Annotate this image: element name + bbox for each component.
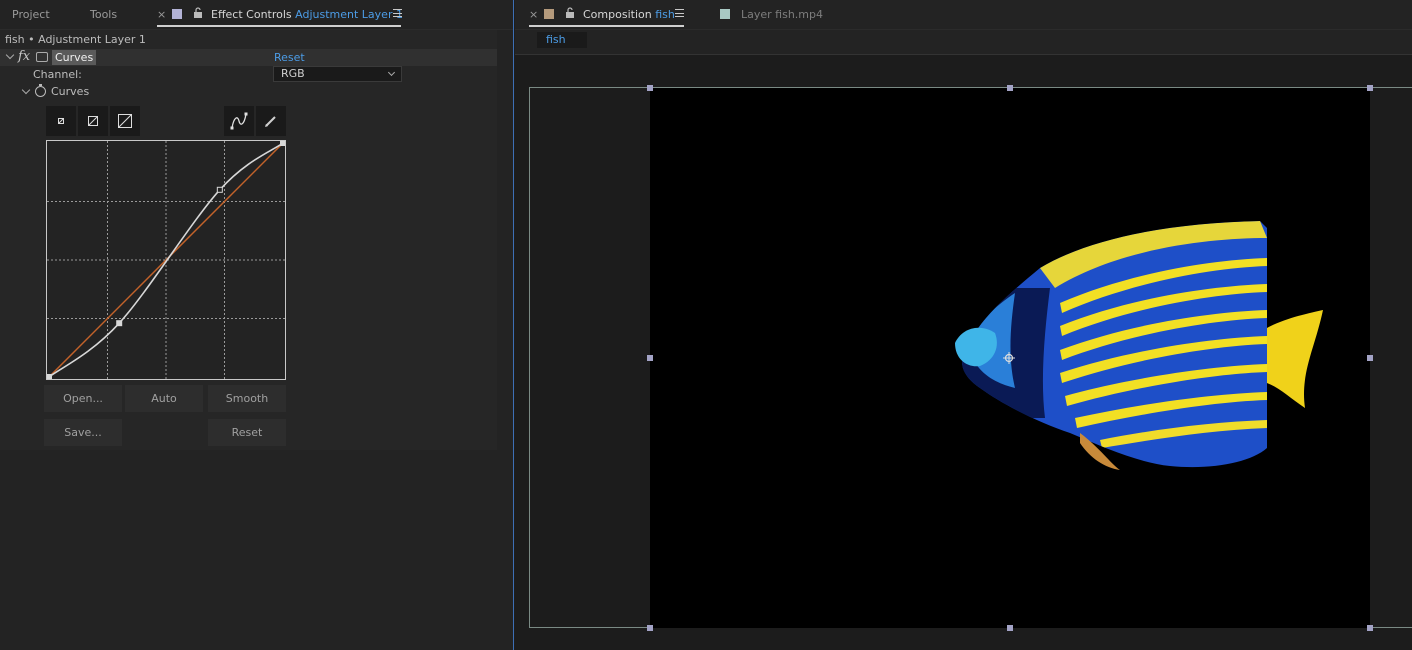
layer-handle-top-right[interactable] <box>1367 85 1373 91</box>
tab-composition-prefix: Composition <box>583 8 652 21</box>
layer-handle-top-left[interactable] <box>647 85 653 91</box>
curves-graph-canvas[interactable] <box>46 140 286 380</box>
pencil-tool-button[interactable] <box>256 106 286 136</box>
channel-label: Channel: <box>33 68 82 81</box>
composition-viewer[interactable] <box>515 54 1412 650</box>
chevron-down-icon[interactable] <box>21 85 31 95</box>
channel-value: RGB <box>281 67 305 80</box>
layer-handle-top-center[interactable] <box>1007 85 1013 91</box>
curve-reset-button[interactable]: Reset <box>208 419 286 446</box>
pencil-icon <box>265 116 276 127</box>
curve-control-point[interactable] <box>46 374 52 380</box>
layer-handle-middle-right[interactable] <box>1367 355 1373 361</box>
layer-handle-bottom-right[interactable] <box>1367 625 1373 631</box>
active-tab-underline <box>157 25 401 27</box>
panel-menu-icon[interactable] <box>675 9 684 17</box>
layer-handle-middle-left[interactable] <box>647 355 653 361</box>
panel-menu-icon[interactable] <box>393 9 402 17</box>
effect-row-curves[interactable]: fx Curves Reset <box>0 49 497 66</box>
effect-controls-panel: fish • Adjustment Layer 1 fx Curves Rese… <box>0 30 497 450</box>
label-color-swatch[interactable] <box>544 9 554 19</box>
save-button[interactable]: Save... <box>44 419 122 446</box>
comp-breadcrumb-fish[interactable]: fish <box>537 32 587 48</box>
tab-project[interactable]: Project <box>12 8 50 21</box>
tab-layer-prefix: Layer <box>741 8 772 21</box>
composition-panel: × Composition fish Layer fish.mp4 fish <box>515 0 1412 650</box>
chevron-down-icon[interactable] <box>5 50 15 60</box>
chevron-down-icon <box>387 68 396 77</box>
lock-icon[interactable] <box>565 7 575 18</box>
tab-effect-controls-prefix: Effect Controls <box>211 8 292 21</box>
graph-size-large-button[interactable] <box>110 106 140 136</box>
graph-size-small-button[interactable] <box>46 106 76 136</box>
curves-property-label: Curves <box>51 85 90 98</box>
layer-path: fish • Adjustment Layer 1 <box>5 33 146 46</box>
fish-tail <box>1267 310 1323 408</box>
tab-tools[interactable]: Tools <box>90 8 117 21</box>
label-color-swatch[interactable] <box>720 9 730 19</box>
stopwatch-icon[interactable] <box>35 84 46 97</box>
right-tab-bar: × Composition fish Layer fish.mp4 <box>515 0 1412 30</box>
curve-control-point[interactable] <box>216 186 223 193</box>
tab-composition[interactable]: Composition fish <box>583 8 675 21</box>
tab-layer[interactable]: Layer fish.mp4 <box>741 8 823 21</box>
close-icon[interactable]: × <box>157 8 166 21</box>
tab-effect-controls[interactable]: Effect Controls Adjustment Layer 1 <box>211 8 403 21</box>
graph-small-icon <box>58 118 64 124</box>
label-color-swatch[interactable] <box>172 9 182 19</box>
effect-name[interactable]: Curves <box>52 50 97 65</box>
curve-control-point[interactable] <box>280 140 286 146</box>
layer-handle-bottom-center[interactable] <box>1007 625 1013 631</box>
left-panel: Project Tools × Effect Controls Adjustme… <box>0 0 514 650</box>
layer-handle-bottom-left[interactable] <box>647 625 653 631</box>
active-tab-underline <box>529 25 684 27</box>
close-icon[interactable]: × <box>529 8 538 21</box>
open-button[interactable]: Open... <box>44 385 122 412</box>
effect-reset-link[interactable]: Reset <box>274 51 305 64</box>
graph-large-icon <box>118 114 132 128</box>
graph-medium-icon <box>88 116 98 126</box>
left-tab-bar: Project Tools × Effect Controls Adjustme… <box>0 0 513 30</box>
tab-composition-name: fish <box>655 8 675 21</box>
bezier-pen-icon <box>230 112 248 130</box>
lock-icon[interactable] <box>193 7 203 18</box>
channel-select[interactable]: RGB <box>273 66 402 82</box>
curves-graph[interactable] <box>46 140 286 380</box>
curve-control-point[interactable] <box>116 320 123 327</box>
tab-layer-name: fish.mp4 <box>775 8 823 21</box>
effect-toggle-icon[interactable] <box>36 52 48 62</box>
tab-effect-controls-layer: Adjustment Layer 1 <box>295 8 403 21</box>
graph-size-medium-button[interactable] <box>78 106 108 136</box>
smooth-button[interactable]: Smooth <box>208 385 286 412</box>
bezier-tool-button[interactable] <box>224 106 254 136</box>
composition-canvas[interactable] <box>650 88 1370 628</box>
anchor-point-icon[interactable] <box>1003 352 1015 364</box>
fx-icon[interactable]: fx <box>18 49 30 64</box>
auto-button[interactable]: Auto <box>125 385 203 412</box>
